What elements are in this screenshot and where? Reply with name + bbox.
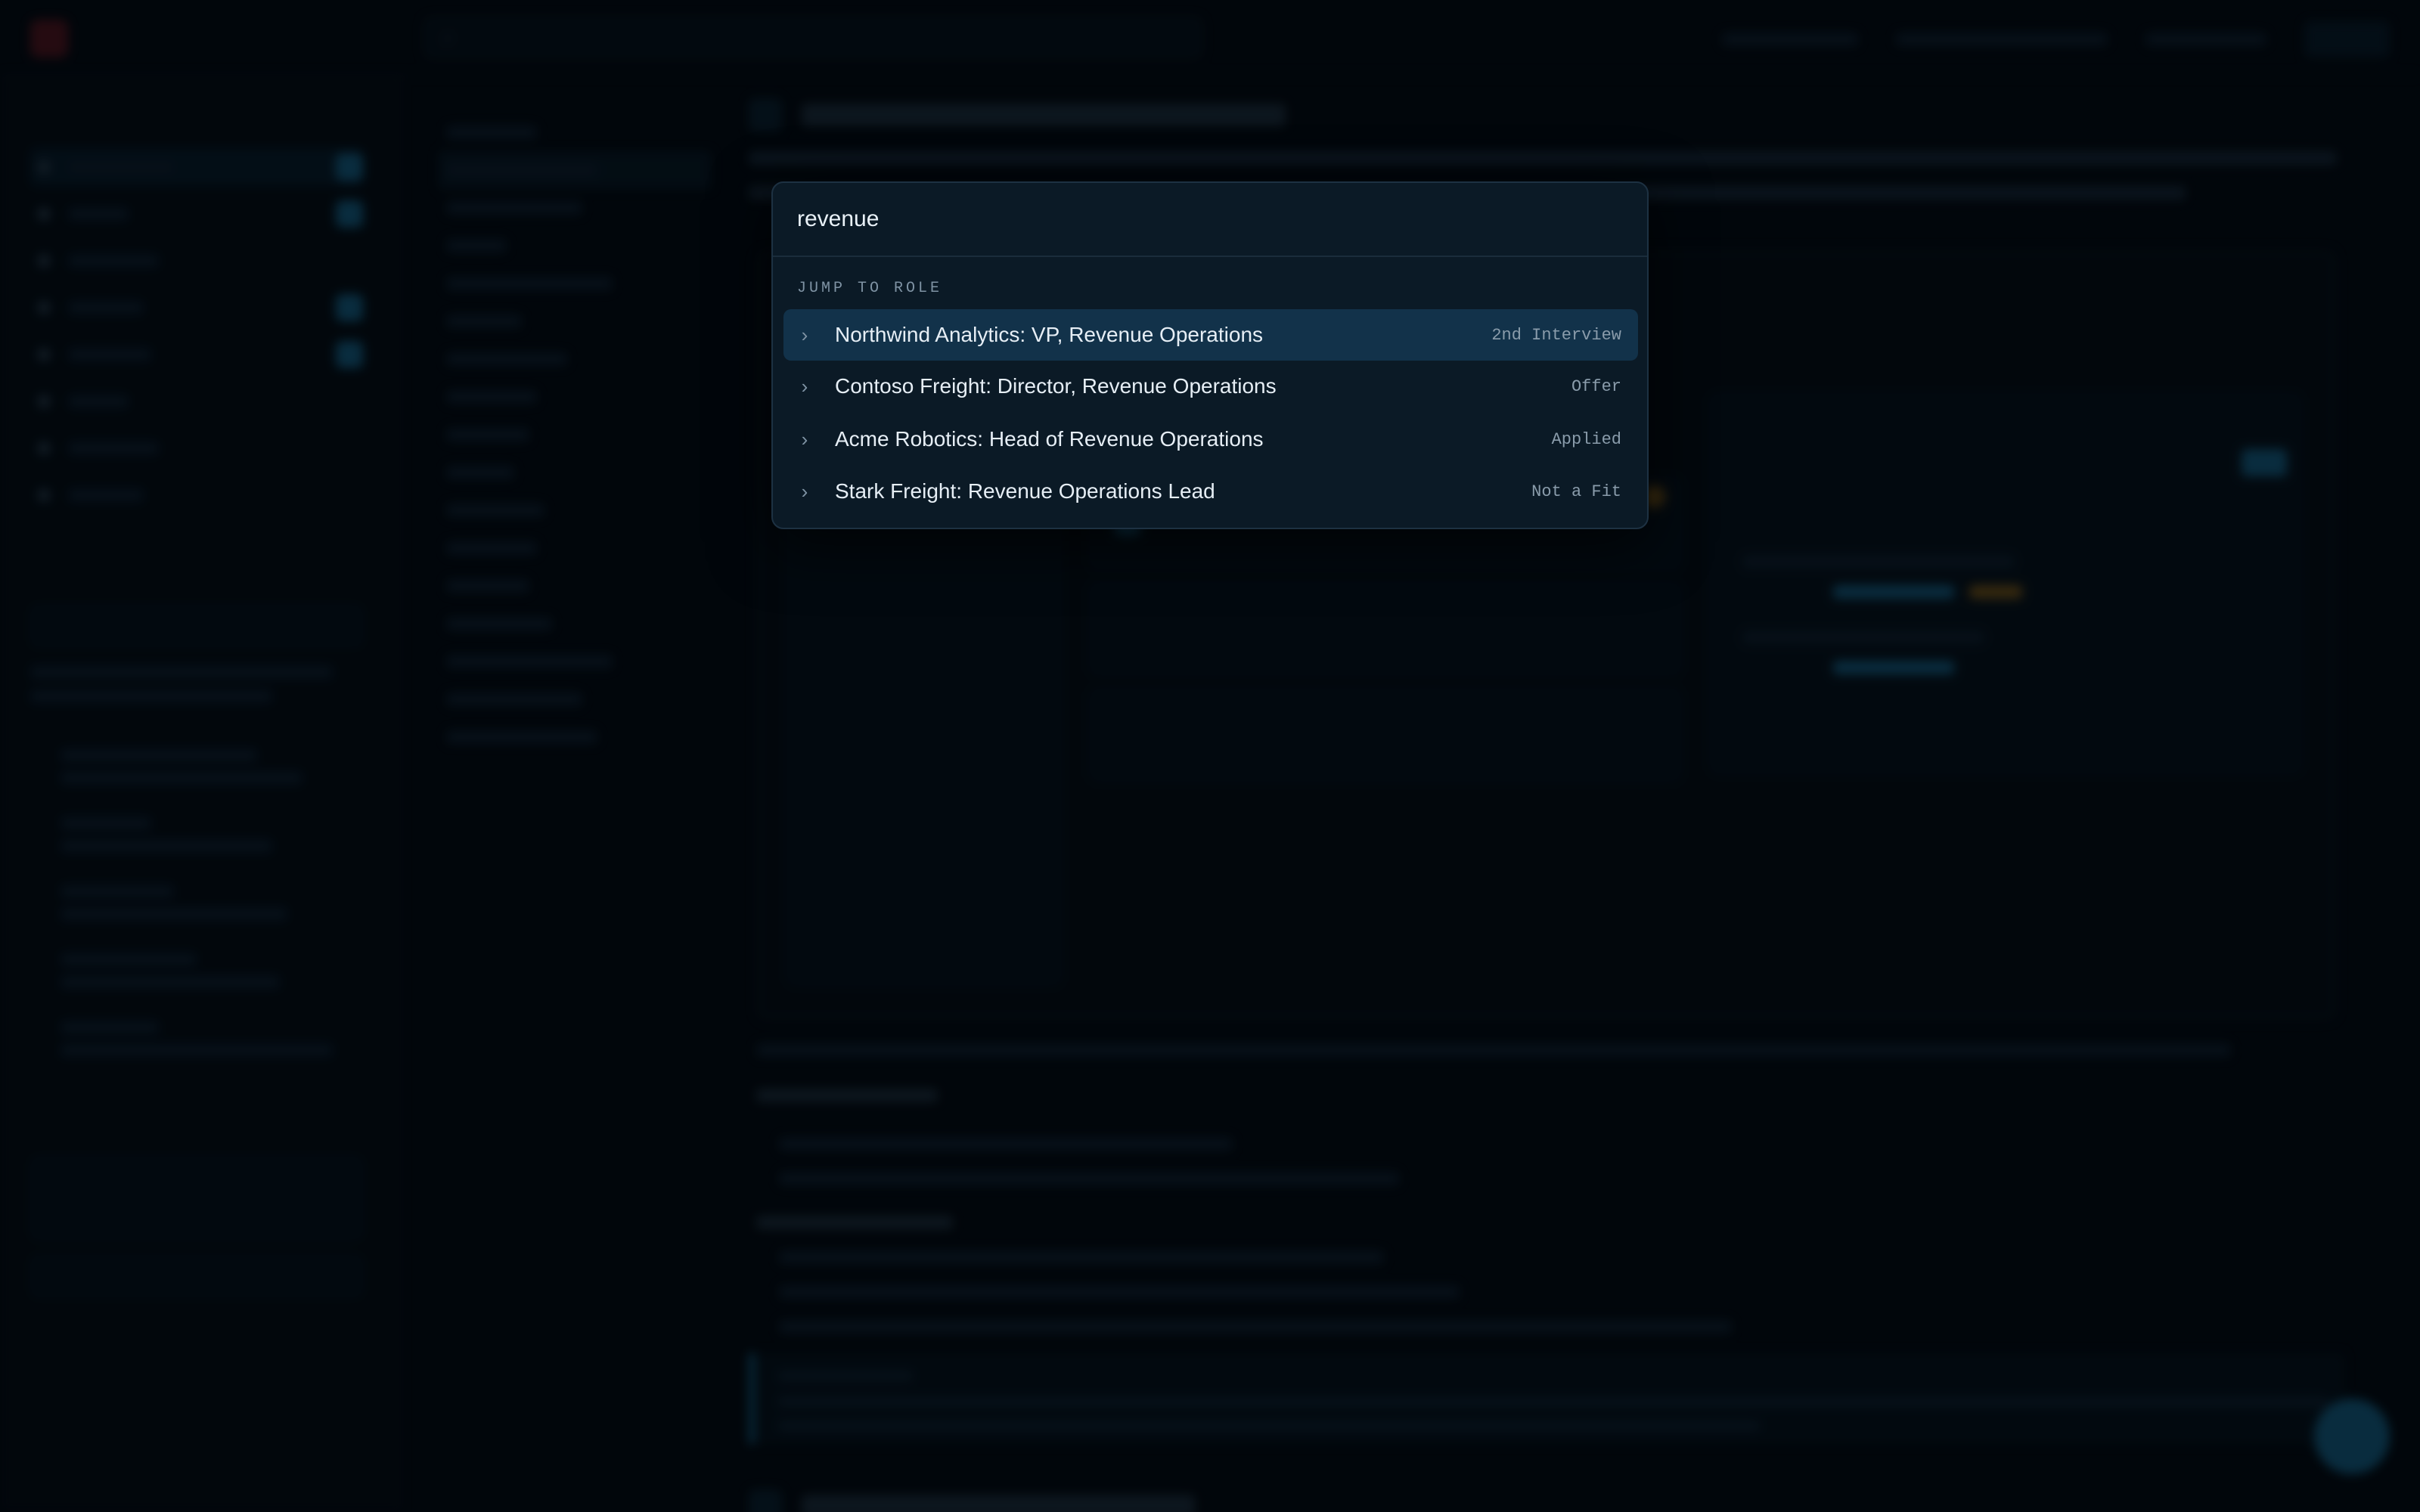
result-stage-badge: Offer — [1571, 376, 1621, 396]
result-title: Stark Freight: Revenue Operations Lead — [835, 479, 1215, 503]
command-palette: JUMP TO ROLE › Northwind Analytics: VP, … — [771, 181, 1649, 529]
palette-search-input[interactable] — [773, 183, 1647, 257]
result-stage-badge: Applied — [1551, 429, 1621, 449]
chevron-right-icon: › — [801, 323, 808, 346]
chevron-right-icon: › — [801, 427, 808, 451]
result-stage-badge: 2nd Interview — [1491, 325, 1621, 345]
result-row[interactable]: › Northwind Analytics: VP, Revenue Opera… — [783, 309, 1638, 361]
result-title: Acme Robotics: Head of Revenue Operation… — [835, 427, 1264, 451]
result-title: Contoso Freight: Director, Revenue Opera… — [835, 374, 1277, 398]
chevron-right-icon: › — [801, 479, 808, 503]
chevron-right-icon: › — [801, 374, 808, 398]
section-label: JUMP TO ROLE — [797, 280, 943, 297]
result-stage-badge: Not a Fit — [1531, 482, 1621, 501]
result-title: Northwind Analytics: VP, Revenue Operati… — [835, 323, 1264, 346]
result-row[interactable]: › Contoso Freight: Director, Revenue Ope… — [783, 361, 1638, 412]
result-row[interactable]: › Stark Freight: Revenue Operations Lead… — [783, 466, 1638, 517]
result-row[interactable]: › Acme Robotics: Head of Revenue Operati… — [783, 414, 1638, 465]
